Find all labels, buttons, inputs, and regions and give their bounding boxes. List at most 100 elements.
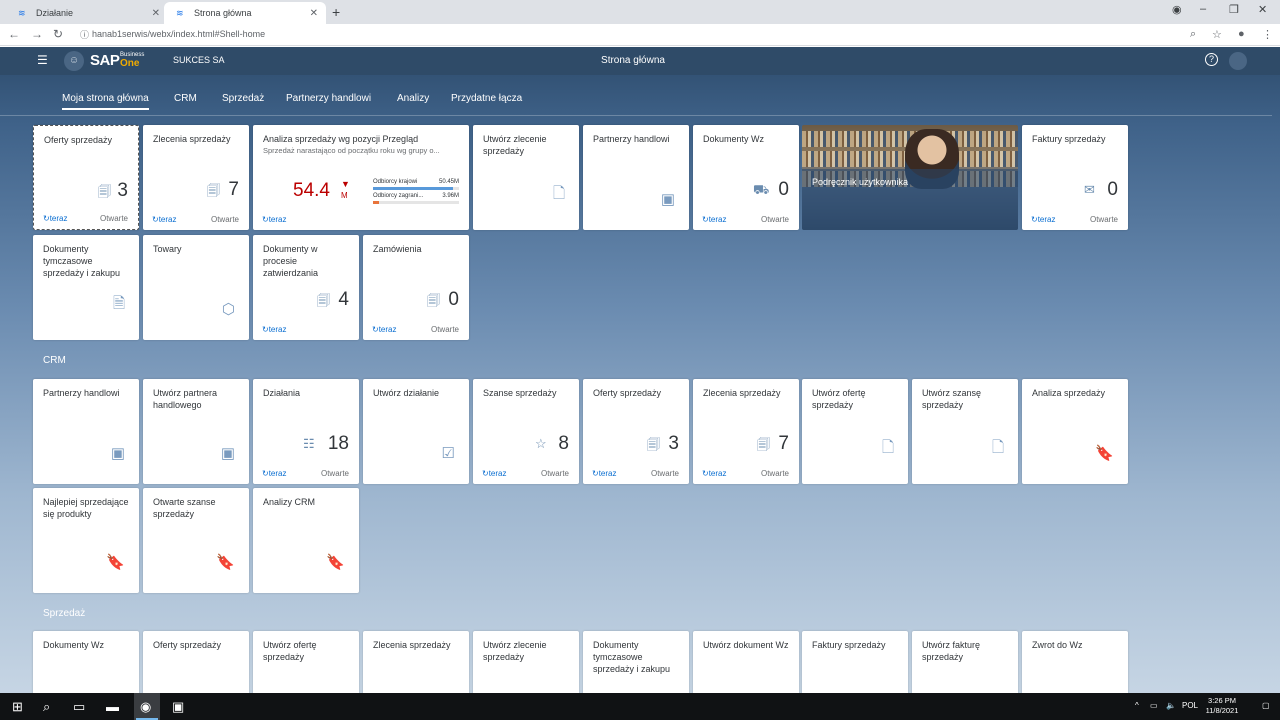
tile-sales-dokumenty-tymczasowe[interactable]: Dokumenty tymczasowe sprzedaży i zakupu <box>583 631 689 693</box>
refresh-indicator[interactable]: ↻teraz <box>152 215 177 224</box>
tile-towary[interactable]: Towary ⬡ <box>143 235 249 340</box>
bar-value: 50.45M <box>438 179 459 185</box>
tile-sales-utworz-dokument-wz[interactable]: Utwórz dokument Wz <box>693 631 799 693</box>
close-icon[interactable]: ✕ <box>310 8 318 19</box>
url-field[interactable]: hanab1serwis/webx/index.html#Shell-home <box>92 29 265 39</box>
help-icon[interactable]: ? <box>1205 53 1218 66</box>
refresh-indicator[interactable]: ↻teraz <box>372 325 397 334</box>
bookmark-icon: 🔖 <box>1095 445 1114 462</box>
tile-utworz-zlecenie-sprzedazy[interactable]: Utwórz zlecenie sprzedaży 🗋 <box>473 125 579 230</box>
search-icon[interactable]: ⌕ <box>43 699 50 715</box>
refresh-indicator[interactable]: ↻teraz <box>262 325 287 334</box>
close-window-button[interactable]: ✕ <box>1258 3 1267 16</box>
bookmark-icon: 🔖 <box>326 554 345 571</box>
tile-analiza-sprzedazy[interactable]: Analiza sprzedaży 🔖 <box>1022 379 1128 484</box>
task-view-icon[interactable]: ▭ <box>73 699 85 715</box>
volume-icon[interactable]: 🔈 <box>1166 701 1176 710</box>
language-indicator[interactable]: POL <box>1182 701 1198 710</box>
tile-sales-zlecenia[interactable]: Zlecenia sprzedaży <box>363 631 469 693</box>
tile-crm-partnerzy-handlowi[interactable]: Partnerzy handlowi ▣ <box>33 379 139 484</box>
back-arrow-icon[interactable]: ← <box>8 27 20 41</box>
divider <box>0 115 1272 116</box>
tab-sprzedaz[interactable]: Sprzedaż <box>222 93 264 104</box>
tile-title: Partnerzy handlowi <box>43 388 120 398</box>
tile-sales-dokumenty-wz[interactable]: Dokumenty Wz <box>33 631 139 693</box>
sap-favicon-icon: ≋ <box>176 8 184 18</box>
tile-crm-zlecenia-sprzedazy[interactable]: Zlecenia sprzedaży 🗐 7 ↻teraz Otwarte <box>693 379 799 484</box>
maximize-button[interactable]: ❐ <box>1229 3 1239 16</box>
reload-icon[interactable]: ↻ <box>53 27 63 41</box>
tile-dzialania[interactable]: Działania ☷ 18 ↻teraz Otwarte <box>253 379 359 484</box>
refresh-indicator[interactable]: ↻teraz <box>592 469 617 478</box>
refresh-indicator[interactable]: ↻teraz <box>262 469 287 478</box>
tile-faktury-sprzedazy[interactable]: Faktury sprzedaży ✉ 0 ↻teraz Otwarte <box>1022 125 1128 230</box>
tile-count: 0 <box>448 289 459 310</box>
refresh-indicator[interactable]: ↻teraz <box>1031 215 1056 224</box>
tile-dokumenty-wz[interactable]: Dokumenty Wz ⛟ 0 ↻teraz Otwarte <box>693 125 799 230</box>
zoom-icon[interactable]: ⌕ <box>1190 28 1196 41</box>
avatar[interactable] <box>1229 52 1247 70</box>
tile-sales-zwrot-do-wz[interactable]: Zwrot do Wz <box>1022 631 1128 693</box>
browser-tab-strona-glowna[interactable]: ≋ Strona główna ✕ <box>164 2 326 24</box>
tile-podrecznik-uzytkownika[interactable]: Podręcznik użytkownika <box>802 125 1018 230</box>
network-icon[interactable]: ▭ <box>1150 701 1158 710</box>
tile-sales-faktury[interactable]: Faktury sprzedaży <box>802 631 908 693</box>
tile-title: Szanse sprzedaży <box>483 388 557 398</box>
tile-analiza-sprzedazy-wg-pozycji[interactable]: Analiza sprzedaży wg pozycji Przegląd Sp… <box>253 125 469 230</box>
tab-analizy[interactable]: Analizy <box>397 93 429 104</box>
tile-status: Otwarte <box>650 469 679 478</box>
tile-utworz-dzialanie[interactable]: Utwórz działanie ☑ <box>363 379 469 484</box>
tray-chevron-icon[interactable]: ^ <box>1135 701 1139 710</box>
tile-count: 7 <box>228 179 239 200</box>
tile-count: 0 <box>1107 179 1118 200</box>
forward-arrow-icon[interactable]: → <box>31 27 43 41</box>
profile-icon[interactable]: ◉ <box>1172 3 1182 16</box>
tile-sales-utworz-oferte[interactable]: Utwórz ofertę sprzedaży <box>253 631 359 693</box>
tile-oferty-sprzedazy[interactable]: Oferty sprzedaży 🗐 3 ↻teraz Otwarte <box>33 125 139 230</box>
tile-sales-oferty[interactable]: Oferty sprzedaży <box>143 631 249 693</box>
windows-start-icon[interactable]: ⊞ <box>12 699 23 715</box>
refresh-indicator[interactable]: ↻teraz <box>482 469 507 478</box>
star-icon[interactable]: ☆ <box>1212 28 1222 41</box>
tile-partnerzy-handlowi[interactable]: Partnerzy handlowi ▣ <box>583 125 689 230</box>
refresh-indicator[interactable]: ↻teraz <box>43 214 68 223</box>
tab-moja-strona-glowna[interactable]: Moja strona główna <box>62 93 149 110</box>
info-icon[interactable]: ⓘ <box>80 28 89 40</box>
close-icon[interactable]: ✕ <box>152 8 160 19</box>
refresh-indicator[interactable]: ↻teraz <box>702 469 727 478</box>
tile-sales-utworz-zlecenie[interactable]: Utwórz zlecenie sprzedaży <box>473 631 579 693</box>
notification-icon[interactable]: ▢ <box>1262 701 1270 710</box>
new-tab-button[interactable]: + <box>332 4 340 20</box>
tile-zlecenia-sprzedazy[interactable]: Zlecenia sprzedaży 🗐 7 ↻teraz Otwarte <box>143 125 249 230</box>
clock[interactable]: 3:26 PM 11/8/2021 <box>1204 696 1240 716</box>
tile-zamowienia[interactable]: Zamówienia 🗐 0 ↻teraz Otwarte <box>363 235 469 340</box>
tile-crm-oferty-sprzedazy[interactable]: Oferty sprzedaży 🗐 3 ↻teraz Otwarte <box>583 379 689 484</box>
tab-partnerzy-handlowi[interactable]: Partnerzy handlowi <box>286 93 371 104</box>
refresh-indicator[interactable]: ↻teraz <box>702 215 727 224</box>
menu-dots-icon[interactable]: ⋮ <box>1262 28 1273 41</box>
tile-title: Utwórz partnera handlowego <box>153 388 218 410</box>
tile-dokumenty-tymczasowe[interactable]: Dokumenty tymczasowe sprzedaży i zakupu … <box>33 235 139 340</box>
app-icon[interactable]: ▣ <box>172 699 184 715</box>
tile-otwarte-szanse[interactable]: Otwarte szanse sprzedaży 🔖 <box>143 488 249 593</box>
tile-analizy-crm[interactable]: Analizy CRM 🔖 <box>253 488 359 593</box>
tile-szanse-sprzedazy[interactable]: Szanse sprzedaży ☆ 8 ↻teraz Otwarte <box>473 379 579 484</box>
tab-crm[interactable]: CRM <box>174 93 197 104</box>
tile-title: Zlecenia sprzedaży <box>373 640 451 650</box>
browser-tab-dzialanie[interactable]: ≋ Działanie ✕ <box>6 2 168 24</box>
browser-tab-bar: ≋ Działanie ✕ ≋ Strona główna ✕ + ◉ – ❐ … <box>0 0 1280 24</box>
tile-utworz-szanse[interactable]: Utwórz szansę sprzedaży 🗋 <box>912 379 1018 484</box>
tile-title: Utwórz działanie <box>373 388 440 398</box>
minimize-button[interactable]: – <box>1200 3 1206 15</box>
tab-przydatne-lacza[interactable]: Przydatne łącza <box>451 93 522 104</box>
document-add-icon: 🗋 <box>991 439 1004 456</box>
tile-dokumenty-w-procesie[interactable]: Dokumenty w procesie zatwierdzania 🗐 4 ↻… <box>253 235 359 340</box>
tile-utworz-partnera[interactable]: Utwórz partnera handlowego ▣ <box>143 379 249 484</box>
refresh-indicator[interactable]: ↻teraz <box>262 215 287 224</box>
file-explorer-icon[interactable]: ▬ <box>106 699 119 714</box>
chrome-icon[interactable]: ◉ <box>140 699 151 715</box>
tile-sales-utworz-fakture[interactable]: Utwórz fakturę sprzedaży <box>912 631 1018 693</box>
tile-utworz-oferte[interactable]: Utwórz ofertę sprzedaży 🗋 <box>802 379 908 484</box>
tile-najlepiej-sprzedajace[interactable]: Najlepiej sprzedające się produkty 🔖 <box>33 488 139 593</box>
account-icon[interactable]: ● <box>1238 28 1245 40</box>
